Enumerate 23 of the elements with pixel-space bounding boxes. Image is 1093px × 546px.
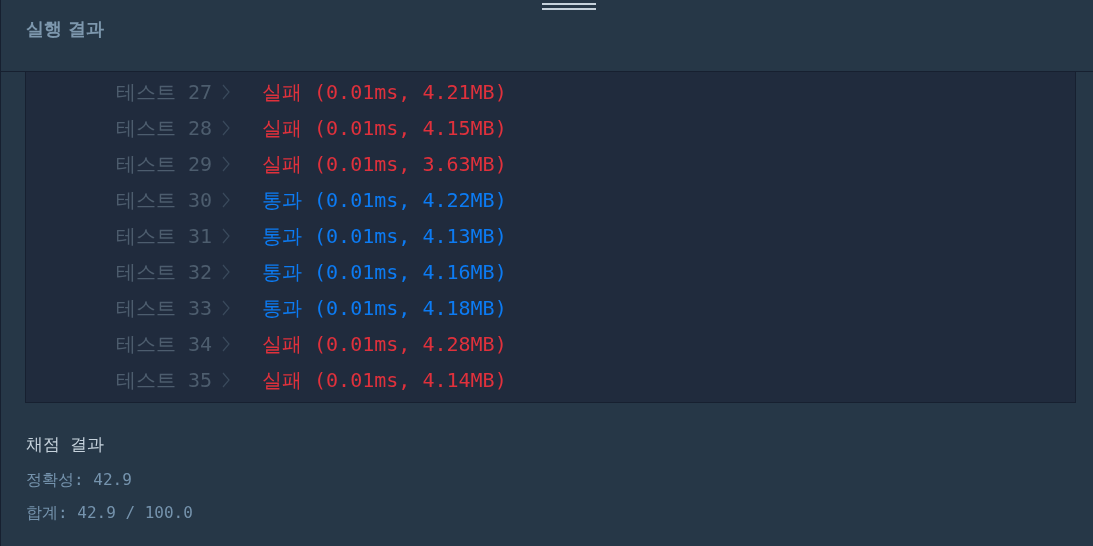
drag-handle-icon[interactable] bbox=[542, 2, 596, 12]
chevron-icon bbox=[222, 192, 230, 208]
test-result: 통과 (0.01ms, 4.13MB) bbox=[262, 222, 507, 250]
test-result: 실패 (0.01ms, 3.63MB) bbox=[262, 150, 507, 178]
chevron-icon bbox=[222, 300, 230, 316]
test-result: 실패 (0.01ms, 4.21MB) bbox=[262, 78, 507, 106]
chevron-icon bbox=[222, 228, 230, 244]
chevron-icon bbox=[222, 120, 230, 136]
section-title: 채점 결과 bbox=[26, 433, 106, 456]
test-result: 실패 (0.01ms, 4.28MB) bbox=[262, 330, 507, 358]
chevron-icon bbox=[222, 372, 230, 388]
total-score: 합계: 42.9 / 100.0 bbox=[26, 503, 194, 524]
chevron-icon bbox=[222, 84, 230, 100]
test-result: 실패 (0.01ms, 4.15MB) bbox=[262, 114, 507, 142]
test-result: 통과 (0.01ms, 4.22MB) bbox=[262, 186, 507, 214]
test-result: 실패 (0.01ms, 4.14MB) bbox=[262, 366, 507, 394]
chevron-icon bbox=[222, 264, 230, 280]
accuracy-score: 정확성: 42.9 bbox=[26, 470, 133, 491]
chevron-icon bbox=[222, 336, 230, 352]
panel-title: 실행 결과 bbox=[26, 16, 105, 41]
chevron-icon bbox=[222, 156, 230, 172]
test-result: 통과 (0.01ms, 4.18MB) bbox=[262, 294, 507, 322]
test-result: 통과 (0.01ms, 4.16MB) bbox=[262, 258, 507, 286]
